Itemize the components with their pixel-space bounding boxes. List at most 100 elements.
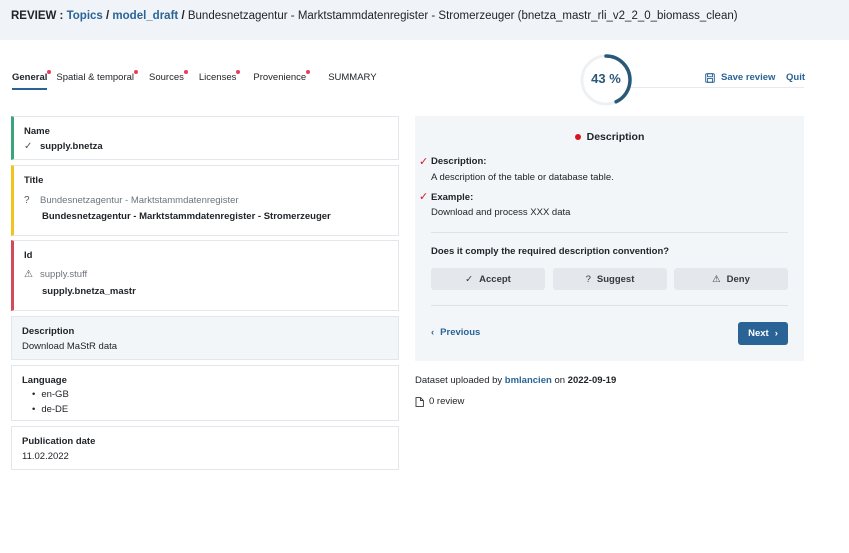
incomplete-dot-icon (306, 70, 311, 74)
field-value: supply.bnetza (40, 141, 103, 152)
progress-divider (622, 87, 804, 88)
field-label: Name (24, 126, 50, 137)
incomplete-dot-icon (236, 70, 241, 74)
example-heading: Example: (431, 192, 474, 203)
save-review-label: Save review (721, 72, 776, 83)
review-panel: Description ✓ Description: A description… (415, 116, 804, 361)
red-check-mark-icon: ✓ (419, 191, 429, 203)
field-original-value: Bundesnetzagentur - Marktstammdatenregis… (40, 195, 239, 206)
panel-title: Description (415, 131, 804, 143)
field-label: Title (24, 175, 44, 186)
warning-icon: ⚠ (24, 269, 33, 280)
tab-label: SUMMARY (328, 72, 377, 83)
field-suggested-value: supply.bnetza_mastr (42, 286, 136, 297)
field-value-row: Download MaStR data (22, 341, 117, 352)
review-tabs: General Spatial & temporal Sources Licen… (12, 70, 377, 90)
field-title[interactable]: Title ? Bundesnetzagentur - Marktstammda… (11, 165, 399, 236)
tab-provenience[interactable]: Provenience (253, 70, 311, 88)
field-original-row: ? Bundesnetzagentur - Marktstammdatenreg… (24, 195, 239, 206)
suggest-button[interactable]: ? Suggest (553, 268, 667, 290)
divider (431, 232, 788, 233)
field-label: Publication date (22, 436, 96, 447)
field-suggested-row: Bundesnetzagentur - Marktstammdatenregis… (42, 211, 331, 222)
tab-sources[interactable]: Sources (149, 70, 188, 88)
field-value-row: 11.02.2022 (22, 451, 69, 462)
check-icon: ✓ (24, 141, 33, 152)
tab-general[interactable]: General (12, 70, 52, 90)
field-original-value: supply.stuff (40, 269, 88, 280)
save-icon (705, 72, 715, 83)
tab-label: Licenses (198, 72, 237, 83)
language-item: en-GB (32, 389, 68, 400)
previous-button[interactable]: ‹ Previous (431, 327, 480, 338)
tab-summary[interactable]: SUMMARY (328, 70, 376, 88)
top-bar: REVIEW : Topics / model_draft / Bundesne… (0, 0, 849, 40)
check-icon: ✓ (465, 273, 474, 285)
save-review-button[interactable]: Save review (705, 72, 775, 83)
document-icon (415, 396, 424, 407)
breadcrumb-topics-link[interactable]: Topics (67, 10, 103, 22)
field-suggested-row: supply.bnetza_mastr (42, 286, 136, 297)
tab-label: Sources (149, 72, 184, 83)
divider (431, 305, 788, 306)
breadcrumb-separator: / (106, 10, 110, 22)
field-label: Description (22, 326, 75, 337)
red-check-mark-icon: ✓ (419, 156, 429, 168)
field-name[interactable]: Name ✓ supply.bnetza (11, 116, 399, 160)
field-label: Id (24, 250, 33, 261)
progress-ring: 43 % (578, 52, 634, 108)
upload-info: Dataset uploaded by bmlancien on 2022-09… (415, 375, 616, 386)
review-count-text: 0 review (429, 396, 465, 407)
next-label: Next (748, 328, 769, 339)
language-item: de-DE (32, 404, 68, 415)
field-suggested-value: Bundesnetzagentur - Marktstammdatenregis… (42, 211, 331, 222)
example-text: Download and process XXX data (431, 207, 571, 218)
tab-label: Provenience (253, 72, 307, 83)
suggest-label: Suggest (596, 273, 635, 285)
accept-label: Accept (479, 273, 511, 285)
review-label: REVIEW : (11, 10, 64, 22)
chevron-right-icon: › (774, 328, 778, 339)
review-count: 0 review (415, 396, 464, 407)
field-language[interactable]: Language en-GB de-DE (11, 365, 399, 421)
field-value-row: ✓ supply.bnetza (24, 141, 103, 152)
field-value: 11.02.2022 (22, 451, 69, 462)
incomplete-dot-icon (183, 70, 188, 74)
deny-button[interactable]: ⚠ Deny (674, 268, 788, 290)
field-publication-date[interactable]: Publication date 11.02.2022 (11, 426, 399, 470)
progress-percent: 43 % (591, 71, 621, 86)
compliance-question: Does it comply the required description … (431, 246, 670, 257)
uploader-link[interactable]: bmlancien (505, 375, 552, 386)
breadcrumb-table-name: Bundesnetzagentur - Marktstammdatenregis… (187, 10, 738, 22)
incomplete-dot-icon (134, 70, 139, 74)
panel-title-text: Description (586, 131, 645, 143)
tab-label: General (12, 72, 48, 83)
chevron-left-icon: ‹ (431, 327, 435, 338)
field-label: Language (22, 375, 67, 386)
description-heading: Description: (431, 156, 487, 167)
breadcrumb-separator: / (181, 10, 185, 22)
description-text: A description of the table or database t… (431, 172, 614, 183)
field-value: Download MaStR data (22, 341, 118, 352)
breadcrumb-model-draft-link[interactable]: model_draft (112, 10, 178, 22)
quit-button[interactable]: Quit (786, 72, 805, 83)
tab-spatial-temporal[interactable]: Spatial & temporal (56, 70, 139, 88)
field-id[interactable]: Id ⚠ supply.stuff supply.bnetza_mastr (11, 240, 399, 311)
tab-label: Spatial & temporal (56, 72, 135, 83)
red-dot-icon (574, 134, 581, 141)
tab-licenses[interactable]: Licenses (198, 70, 241, 88)
upload-prefix: Dataset uploaded by (415, 375, 503, 386)
accept-button[interactable]: ✓ Accept (431, 268, 545, 290)
warning-icon: ⚠ (712, 273, 721, 285)
field-original-row: ⚠ supply.stuff (24, 269, 87, 280)
field-description[interactable]: Description Download MaStR data (11, 316, 399, 360)
upload-date: 2022-09-19 (567, 375, 617, 386)
upload-on: on (554, 375, 566, 386)
incomplete-dot-icon (47, 70, 52, 74)
breadcrumb: REVIEW : Topics / model_draft / Bundesne… (11, 10, 738, 22)
previous-label: Previous (440, 327, 481, 338)
question-icon: ? (24, 195, 30, 206)
next-button[interactable]: Next › (738, 322, 788, 345)
deny-label: Deny (726, 273, 750, 285)
question-icon: ? (585, 273, 591, 285)
